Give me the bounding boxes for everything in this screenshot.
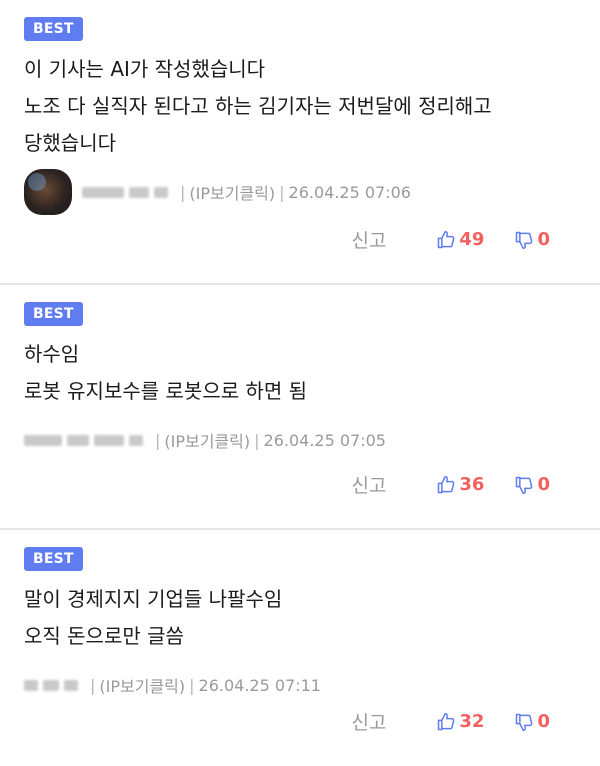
comment-timestamp: 26.04.25 07:05 (263, 430, 386, 450)
comment-meta: | (IP보기클릭) | 26.04.25 07:11 (24, 667, 576, 703)
thumbs-up-icon (438, 475, 455, 493)
separator: | (180, 182, 186, 202)
comment-meta: | (IP보기클릭) | 26.04.25 07:06 (24, 169, 576, 215)
comment-body: 이 기사는 AI가 작성했습니다 노조 다 실직자 된다고 하는 김기자는 저번… (24, 51, 576, 162)
comment-line: 하수임 (24, 342, 80, 366)
dislike-count: 0 (537, 229, 550, 250)
separator: | (90, 675, 96, 695)
ip-view-link[interactable]: (IP보기클릭) (99, 673, 185, 697)
like-button[interactable]: 36 (436, 474, 484, 495)
comment-line: 노조 다 실직자 된다고 하는 김기자는 저번달에 정리해고 (24, 94, 492, 118)
author-name-redacted[interactable] (24, 679, 78, 691)
comment-body: 말이 경제지지 기업들 나팔수임 오직 돈으로만 글씀 (24, 581, 576, 655)
comment-line: 말이 경제지지 기업들 나팔수임 (24, 587, 283, 611)
dislike-button[interactable]: 0 (514, 711, 550, 732)
report-button[interactable]: 신고 (351, 226, 386, 253)
ip-view-link[interactable]: (IP보기클릭) (189, 180, 275, 204)
dislike-count: 0 (537, 474, 550, 495)
thumbs-down-icon (516, 713, 533, 731)
like-button[interactable]: 32 (436, 711, 484, 732)
dislike-button[interactable]: 0 (514, 229, 550, 250)
avatar[interactable] (24, 169, 72, 215)
author-name-redacted[interactable] (82, 186, 168, 198)
best-badge: BEST (24, 547, 83, 571)
report-button[interactable]: 신고 (351, 708, 386, 735)
thumbs-down-icon (516, 476, 533, 494)
dislike-count: 0 (537, 711, 550, 732)
ip-view-link[interactable]: (IP보기클릭) (164, 428, 250, 452)
comment-actions: 신고 36 0 (351, 471, 550, 498)
separator: | (279, 182, 285, 202)
thumbs-down-icon (516, 231, 533, 249)
comment-timestamp: 26.04.25 07:06 (288, 182, 411, 202)
thumbs-up-icon (438, 230, 455, 248)
best-badge: BEST (24, 302, 83, 326)
comment-body: 하수임 로봇 유지보수를 로봇으로 하면 됨 (24, 336, 576, 410)
like-count: 32 (459, 711, 485, 732)
separator: | (155, 430, 161, 450)
like-count: 36 (459, 474, 485, 495)
comment-item: BEST 하수임 로봇 유지보수를 로봇으로 하면 됨 | (IP보기클릭) |… (0, 285, 600, 530)
best-badge: BEST (24, 17, 83, 41)
comment-line: 이 기사는 AI가 작성했습니다 (24, 57, 266, 81)
thumbs-up-icon (438, 712, 455, 730)
comment-line: 당했습니다 (24, 131, 116, 155)
comment-actions: 신고 49 0 (351, 226, 550, 253)
comment-item: BEST 이 기사는 AI가 작성했습니다 노조 다 실직자 된다고 하는 김기… (0, 0, 600, 285)
separator: | (189, 675, 195, 695)
author-name-redacted[interactable] (24, 434, 143, 446)
separator: | (254, 430, 260, 450)
dislike-button[interactable]: 0 (514, 474, 550, 495)
comment-timestamp: 26.04.25 07:11 (198, 675, 321, 695)
comment-item: BEST 말이 경제지지 기업들 나팔수임 오직 돈으로만 글씀 | (IP보기… (0, 530, 600, 766)
like-button[interactable]: 49 (436, 229, 484, 250)
like-count: 49 (459, 229, 485, 250)
comment-line: 오직 돈으로만 글씀 (24, 624, 184, 648)
comment-meta: | (IP보기클릭) | 26.04.25 07:05 (24, 422, 576, 458)
report-button[interactable]: 신고 (351, 471, 386, 498)
comment-actions: 신고 32 0 (351, 708, 550, 735)
comment-line: 로봇 유지보수를 로봇으로 하면 됨 (24, 379, 308, 403)
